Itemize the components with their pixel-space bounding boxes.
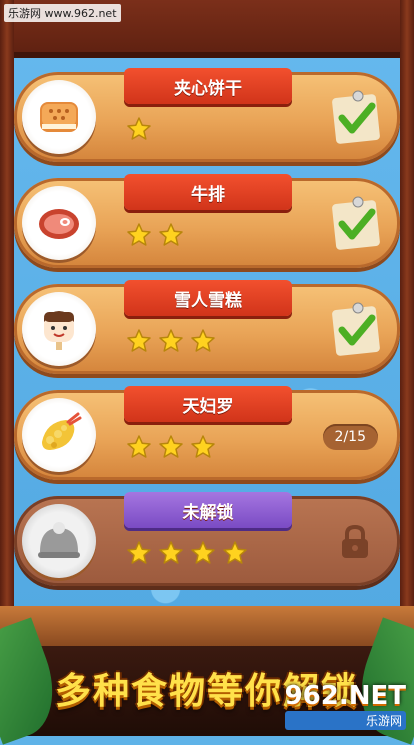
logo-subtext: 乐游网 [284, 711, 406, 730]
completed-check-icon [332, 302, 380, 356]
level-card-3[interactable]: 雪人雪糕 [14, 280, 400, 374]
level-title-ribbon: 雪人雪糕 [124, 280, 292, 316]
star-icon [191, 541, 215, 564]
wooden-shelf [0, 606, 414, 646]
star-icon [159, 435, 183, 458]
star-icon [159, 223, 183, 246]
level-title-ribbon: 夹心饼干 [124, 68, 292, 104]
star-icon [127, 435, 151, 458]
site-logo: 962.NET 乐游网 [284, 681, 406, 730]
sandwich-cookie-icon [40, 102, 78, 132]
food-plate [22, 504, 96, 578]
completed-check-icon [332, 90, 380, 144]
food-plate [22, 80, 96, 154]
star-rating [126, 116, 152, 142]
star-icon [159, 329, 183, 352]
level-card-5-locked[interactable]: 未解锁 [14, 492, 400, 586]
star-icon [127, 223, 151, 246]
star-icon [127, 117, 151, 140]
level-title: 夹心饼干 [174, 78, 242, 99]
lock-icon [342, 524, 368, 558]
level-title: 牛排 [191, 184, 225, 205]
level-card-4[interactable]: 天妇罗 2/15 [14, 386, 400, 480]
level-title-ribbon: 天妇罗 [124, 386, 292, 422]
covered-dish-icon [38, 522, 80, 558]
star-rating [126, 328, 216, 354]
completed-check-icon [332, 196, 380, 250]
level-card-2[interactable]: 牛排 [14, 174, 400, 268]
level-title: 未解锁 [182, 502, 234, 523]
food-plate [22, 186, 96, 260]
star-icon [127, 329, 151, 352]
steak-icon [39, 209, 79, 239]
logo-text: 962.NET [284, 681, 406, 711]
star-rating [126, 540, 248, 566]
level-title: 雪人雪糕 [174, 290, 242, 311]
star-icon [127, 541, 151, 564]
star-rating [126, 434, 216, 460]
star-icon [159, 541, 183, 564]
level-card-1[interactable]: 夹心饼干 [14, 68, 400, 162]
star-icon [191, 435, 215, 458]
snowman-popsicle-icon [44, 311, 74, 350]
level-progress: 2/15 [322, 424, 378, 450]
level-title-ribbon: 未解锁 [124, 492, 292, 528]
star-icon [191, 329, 215, 352]
level-title: 天妇罗 [182, 396, 234, 417]
food-plate [22, 398, 96, 472]
level-title-ribbon: 牛排 [124, 174, 292, 210]
star-rating [126, 222, 184, 248]
star-icon [223, 541, 247, 564]
food-plate [22, 292, 96, 366]
tempura-icon [42, 412, 82, 450]
watermark: 乐游网 www.962.net [4, 4, 121, 22]
